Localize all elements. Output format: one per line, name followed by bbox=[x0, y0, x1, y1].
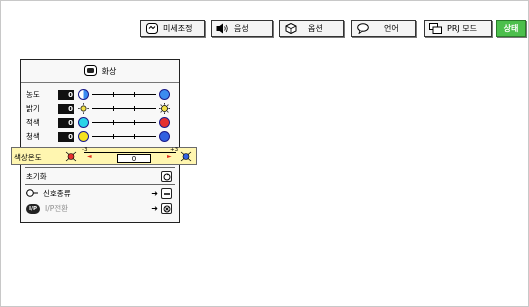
setting-row-red[interactable]: 적색 0 bbox=[26, 116, 176, 129]
tab-prj-mode-label: PRJ 모드 bbox=[447, 24, 478, 33]
tab-prj-mode[interactable]: PRJ 모드 bbox=[424, 20, 492, 37]
speech-bubble-icon bbox=[356, 23, 369, 34]
slider-track bbox=[92, 92, 156, 97]
tab-options[interactable]: 옵션 bbox=[279, 20, 344, 37]
panel-title: 화상 bbox=[101, 66, 117, 76]
reset-label: 초기화 bbox=[26, 172, 47, 181]
setting-label: 청색 bbox=[26, 132, 40, 141]
scale-track bbox=[84, 152, 176, 153]
blue-circle-icon bbox=[159, 131, 170, 142]
color-temperature-value: 0 bbox=[117, 154, 151, 163]
ip-badge-text: I/P bbox=[28, 205, 38, 212]
setting-row-brightness[interactable]: 밝기 0 bbox=[26, 102, 176, 115]
ip-conversion-row[interactable]: I/P I/P전환 ➜ bbox=[26, 202, 176, 215]
red-slider[interactable] bbox=[76, 116, 174, 129]
sun-bright-icon bbox=[159, 103, 170, 116]
panel-header: 화상 bbox=[21, 60, 179, 83]
signal-plug-icon bbox=[26, 188, 38, 199]
signal-type-row[interactable]: 신호종류 ➜ bbox=[26, 187, 176, 200]
arrow-right-icon: ➜ bbox=[151, 189, 158, 198]
setting-row-tint[interactable]: 농도 0 bbox=[26, 88, 176, 101]
color-temperature-row[interactable]: 색상온도 -3 +3 ◄ ► 0 bbox=[11, 147, 197, 165]
divider bbox=[25, 167, 175, 168]
setting-value: 0 bbox=[58, 89, 74, 100]
setting-value: 0 bbox=[58, 117, 74, 128]
arrow-left-icon[interactable]: ◄ bbox=[87, 153, 92, 160]
circle-half-icon bbox=[78, 89, 89, 100]
signal-type-label: 신호종류 bbox=[43, 189, 71, 198]
tab-language-label: 언어 bbox=[384, 24, 399, 33]
arrow-right-icon: ➜ bbox=[151, 204, 158, 213]
setting-value: 0 bbox=[58, 103, 74, 114]
tab-status[interactable]: 상태 bbox=[496, 20, 526, 37]
warm-bug-icon bbox=[64, 150, 78, 165]
cool-bug-icon bbox=[179, 150, 193, 165]
ip-conversion-label: I/P전환 bbox=[45, 204, 69, 213]
brightness-slider[interactable] bbox=[76, 102, 174, 115]
picture-icon bbox=[83, 64, 97, 78]
slider-track bbox=[92, 120, 156, 125]
speaker-icon bbox=[216, 23, 229, 34]
ip-submenu-icon[interactable] bbox=[161, 203, 172, 214]
tab-audio[interactable]: 음성 bbox=[211, 20, 273, 37]
signal-submenu-icon[interactable] bbox=[161, 188, 172, 199]
cyan-circle-icon bbox=[78, 117, 89, 128]
setting-label: 적색 bbox=[26, 118, 40, 127]
setting-label: 밝기 bbox=[26, 104, 40, 113]
reset-row[interactable]: 초기화 bbox=[26, 170, 176, 183]
sun-dim-icon bbox=[78, 103, 89, 116]
tab-audio-label: 음성 bbox=[234, 24, 249, 33]
yellow-circle-icon bbox=[78, 131, 89, 142]
picture-menu-panel: 화상 농도 0 밝기 0 적색 0 청색 0 초기화 신호종류 ➜ I/P I/… bbox=[20, 59, 180, 223]
slider-track bbox=[92, 134, 156, 139]
tab-fine-sync[interactable]: 미세조정 bbox=[140, 20, 205, 37]
fine-sync-icon bbox=[145, 23, 158, 34]
tab-status-label: 상태 bbox=[503, 24, 519, 33]
red-circle-icon bbox=[159, 117, 170, 128]
tab-options-label: 옵션 bbox=[308, 24, 323, 33]
blue-slider[interactable] bbox=[76, 130, 174, 143]
slider-track bbox=[92, 106, 156, 111]
options-icon bbox=[284, 23, 297, 34]
ip-badge-icon: I/P bbox=[26, 203, 40, 214]
tab-fine-sync-label: 미세조정 bbox=[163, 24, 193, 33]
color-temperature-label: 색상온도 bbox=[14, 153, 42, 162]
setting-value: 0 bbox=[58, 131, 74, 142]
arrow-right-icon[interactable]: ► bbox=[167, 153, 172, 160]
divider bbox=[25, 184, 175, 185]
tab-language[interactable]: 언어 bbox=[351, 20, 416, 37]
circle-full-icon bbox=[159, 89, 170, 100]
setting-label: 농도 bbox=[26, 90, 40, 99]
tint-slider[interactable] bbox=[76, 88, 174, 101]
setting-row-blue[interactable]: 청색 0 bbox=[26, 130, 176, 143]
projector-mode-icon bbox=[429, 23, 442, 34]
reset-icon[interactable] bbox=[161, 171, 172, 182]
